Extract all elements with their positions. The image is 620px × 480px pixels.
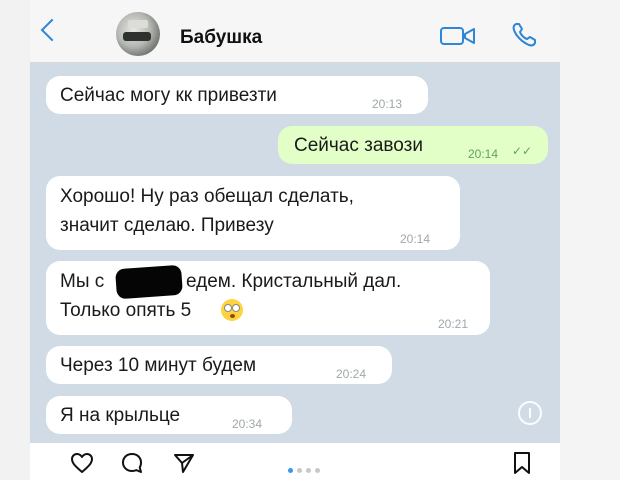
message-text: Только опять 5: [60, 300, 192, 321]
chevron-left-icon[interactable]: [40, 18, 64, 42]
send-icon[interactable]: [172, 451, 196, 475]
carousel-dot: [297, 468, 302, 473]
redacted-name: [115, 264, 183, 300]
message-list: Сейчас могу кк привезти 20:13 Сейчас зав…: [30, 63, 560, 443]
message-text: Сейчас завози: [294, 135, 423, 156]
message-text: значит сделаю. Привезу: [60, 215, 274, 236]
flushed-face-emoji: [221, 299, 243, 321]
message-bubble-outgoing[interactable]: Сейчас завози 20:14 ✓✓: [278, 126, 548, 164]
read-checkmark-icon: ✓✓: [512, 144, 533, 158]
carousel-indicator: [288, 460, 324, 478]
message-text: Мы с: [60, 271, 105, 292]
message-text: Хорошо! Ну раз обещал сделать,: [60, 186, 354, 207]
message-text: Я на крыльце: [60, 405, 181, 426]
post-action-bar: [30, 444, 560, 480]
right-margin: [560, 0, 620, 480]
message-bubble-incoming[interactable]: Сейчас могу кк привезти 20:13: [46, 76, 428, 114]
message-bubble-incoming[interactable]: Хорошо! Ну раз обещал сделать, значит сд…: [46, 176, 460, 250]
avatar-detail: [128, 20, 148, 28]
carousel-dot: [288, 468, 293, 473]
message-text: Через 10 минут будем: [60, 355, 257, 376]
carousel-dot: [315, 468, 320, 473]
message-time: 20:21: [438, 317, 469, 331]
message-time: 20:34: [232, 417, 263, 431]
message-bubble-incoming[interactable]: Мы с едем. Кристальный дал. Только опять…: [46, 261, 490, 335]
contact-name[interactable]: Бабушка: [180, 27, 262, 49]
comment-icon[interactable]: [120, 451, 144, 475]
message-time: 20:24: [336, 367, 367, 381]
carousel-dot: [306, 468, 311, 473]
message-time: 20:13: [372, 97, 403, 111]
message-bubble-incoming[interactable]: Через 10 минут будем 20:24: [46, 346, 392, 384]
message-bubble-incoming[interactable]: Я на крыльце 20:34: [46, 396, 292, 434]
message-time: 20:14: [400, 232, 431, 246]
phone-icon[interactable]: [510, 21, 538, 49]
avatar-detail: [123, 32, 151, 41]
avatar[interactable]: [116, 12, 160, 56]
message-text: едем. Кристальный дал.: [186, 271, 402, 292]
message-time: 20:14: [468, 147, 499, 161]
bookmark-icon[interactable]: [512, 451, 532, 475]
message-text: Сейчас могу кк привезти: [60, 85, 277, 106]
info-icon[interactable]: [518, 401, 542, 425]
left-margin: [0, 0, 30, 480]
heart-icon[interactable]: [70, 452, 94, 474]
chat-header: Бабушка: [30, 0, 560, 63]
video-call-icon[interactable]: [440, 25, 476, 47]
screenshot-frame: Бабушка Сейчас могу кк привезти 20:13 Се…: [0, 0, 620, 480]
